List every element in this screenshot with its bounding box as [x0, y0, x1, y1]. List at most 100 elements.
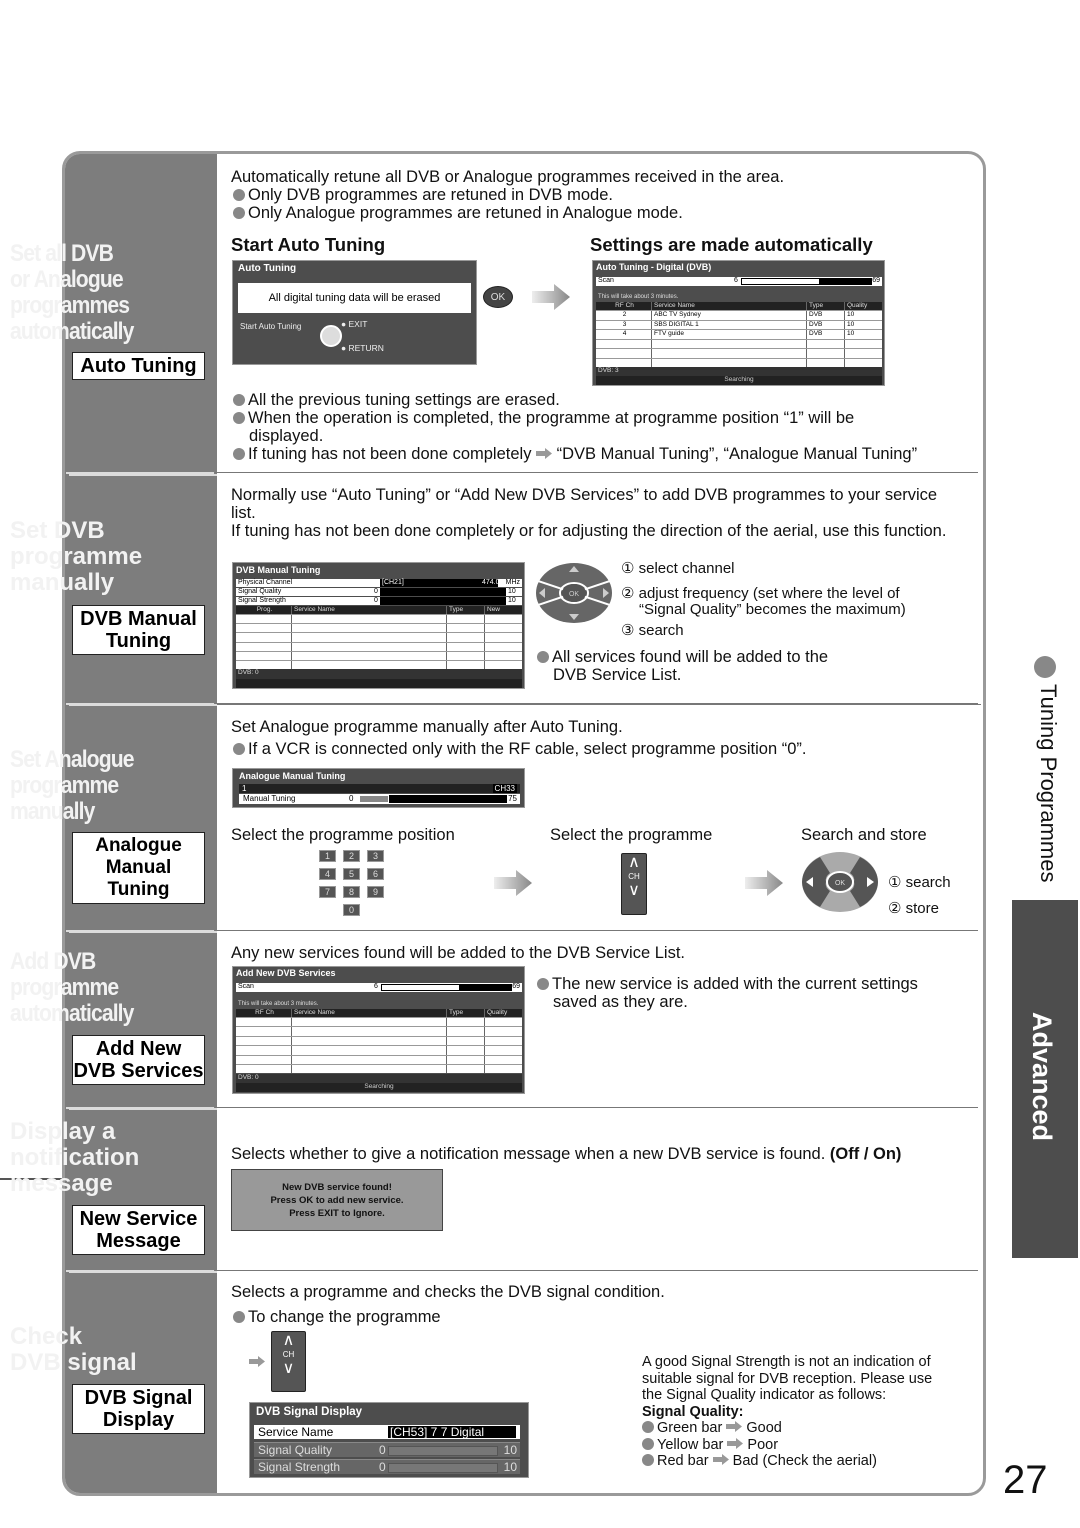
bullet-item: If tuning has not been done completely “…: [233, 445, 917, 463]
dvb-manual-tuning-screen: DVB Manual Tuning Physical Channel [CH21]…: [232, 562, 525, 689]
table-cell: DVB: [806, 311, 822, 320]
table-row: [236, 632, 522, 642]
table-cell: [484, 624, 487, 633]
table-cell: [291, 661, 294, 670]
step-select-programme: Select the programme: [550, 826, 713, 844]
table-cell: [484, 1046, 487, 1055]
table-cell: [806, 358, 809, 367]
table-row: [236, 641, 522, 651]
arrow-right-icon: [745, 870, 783, 896]
table-cell: [484, 1036, 487, 1046]
bullet-icon: [233, 412, 245, 424]
table-cell: [291, 1036, 294, 1046]
title-line: manually: [10, 569, 115, 596]
table-row: [236, 650, 522, 660]
bullet-item: The new service is added with the curren…: [537, 975, 918, 993]
table-cell: [596, 340, 651, 349]
level-bar: [380, 588, 506, 596]
table-cell: [236, 1065, 291, 1073]
range-max: 10: [503, 1443, 517, 1457]
table-cell: [651, 349, 654, 358]
title-line: automatically: [10, 1000, 134, 1027]
table-cell: [446, 1018, 449, 1027]
title-line: Set all DVB: [10, 240, 114, 267]
row-label: Service Name: [258, 1425, 334, 1439]
table-cell: [236, 624, 291, 632]
auto-tuning-dvb-screen: Auto Tuning - Digital (DVB) Scan 6 69 Th…: [592, 260, 885, 386]
ch-label: CH: [282, 1350, 295, 1359]
popup-line: New DVB service found!: [282, 1182, 392, 1193]
column-header: New: [484, 606, 500, 614]
column-header: Type: [446, 606, 463, 614]
arrow-right-icon: [249, 1356, 265, 1367]
table-cell: [651, 339, 654, 348]
tuning-slider[interactable]: [359, 795, 507, 803]
table-cell: [844, 339, 847, 348]
table-cell: [844, 358, 847, 367]
cross-reference: “DVB Manual Tuning”, “Analogue Manual Tu…: [556, 445, 918, 463]
row-divider: [215, 703, 978, 704]
scan-progress-fill: [741, 278, 820, 285]
table-cell: [446, 661, 449, 670]
svg-text:OK: OK: [569, 591, 579, 598]
label-add-new-dvb-services: Add New DVB Services: [72, 1035, 205, 1085]
keypad-button-7: 7: [319, 886, 336, 898]
bullet-text: To change the programme: [248, 1308, 441, 1326]
section-title-dvb-manual: Set DVB programme manually: [10, 518, 142, 596]
table-cell: SBS DIGITAL 1: [651, 320, 699, 329]
keypad-button-0: 0: [343, 904, 360, 916]
arrow-right-icon: [494, 870, 532, 896]
auto-intro: Automatically retune all DVB or Analogue…: [231, 168, 785, 186]
label-line: Message: [96, 1230, 181, 1252]
signal-quality-heading: Signal Quality:: [642, 1403, 744, 1420]
table-cell: [484, 661, 487, 670]
position-row: 1 CH33: [239, 784, 520, 793]
column-header: Prog.: [256, 606, 273, 613]
scan-from: 6: [734, 277, 738, 284]
range-min: 0: [374, 588, 378, 595]
arrow-right-icon: [536, 448, 552, 459]
table-cell: 10: [844, 330, 854, 339]
bullet-text: If tuning has not been done completely: [248, 445, 532, 463]
search-status: Searching: [596, 376, 882, 385]
scan-progress-fill: [381, 984, 460, 991]
table-cell: [596, 349, 651, 358]
section-divider: [66, 703, 214, 705]
label-analogue-manual-tuning: Analogue Manual Tuning: [72, 832, 205, 904]
bullet-text: All services found will be added to the: [552, 648, 829, 666]
table-cell: [446, 1046, 449, 1055]
bullet-item: Only Analogue programmes are retuned in …: [233, 204, 683, 222]
row-label: Physical Channel: [238, 579, 293, 586]
scan-label: Scan: [238, 983, 254, 990]
table-cell: [291, 651, 294, 660]
notify-intro: Selects whether to give a notification m…: [231, 1145, 901, 1163]
bullet-icon: [642, 1454, 654, 1466]
step-select-position: Select the programme position: [231, 826, 455, 844]
section-divider: [66, 1270, 214, 1272]
tuning-row: Physical Channel [CH21] 474.00 MHz: [236, 579, 522, 587]
table-cell: [236, 643, 291, 651]
row-divider: [215, 930, 978, 931]
scan-notice: This will take about 3 minutes.: [238, 1001, 319, 1007]
bullet-item: To change the programme: [233, 1308, 441, 1326]
table-cell: 10: [844, 320, 854, 329]
table-row: [236, 1045, 522, 1055]
table-cell: [236, 1018, 291, 1026]
bullet-text-continued: DVB Service List.: [553, 666, 682, 684]
title-line: message: [10, 1170, 113, 1197]
bullet-icon: [1034, 656, 1056, 678]
chevron-down-icon: ∨: [282, 1360, 295, 1377]
screen-title: Analogue Manual Tuning: [239, 771, 346, 781]
table-cell: [291, 624, 294, 633]
popup-line: Press EXIT to Ignore.: [289, 1208, 385, 1219]
table-row: 3 SBS DIGITAL 1 DVB 10: [596, 319, 882, 329]
column-header: RF Ch: [255, 1009, 274, 1016]
bullet-text: Only DVB programmes are retuned in DVB m…: [248, 186, 613, 204]
signal-quality-list: Green bar Good Yellow bar Poor Red bar Bad…: [642, 1420, 977, 1470]
note-line: A good Signal Strength is not an indicat…: [642, 1354, 931, 1370]
table-cell: [484, 642, 487, 651]
row-label: Signal Quality: [258, 1443, 333, 1457]
quality-meaning: Poor: [743, 1436, 779, 1453]
bullet-icon: [233, 743, 245, 755]
title-line: manually: [10, 798, 95, 825]
